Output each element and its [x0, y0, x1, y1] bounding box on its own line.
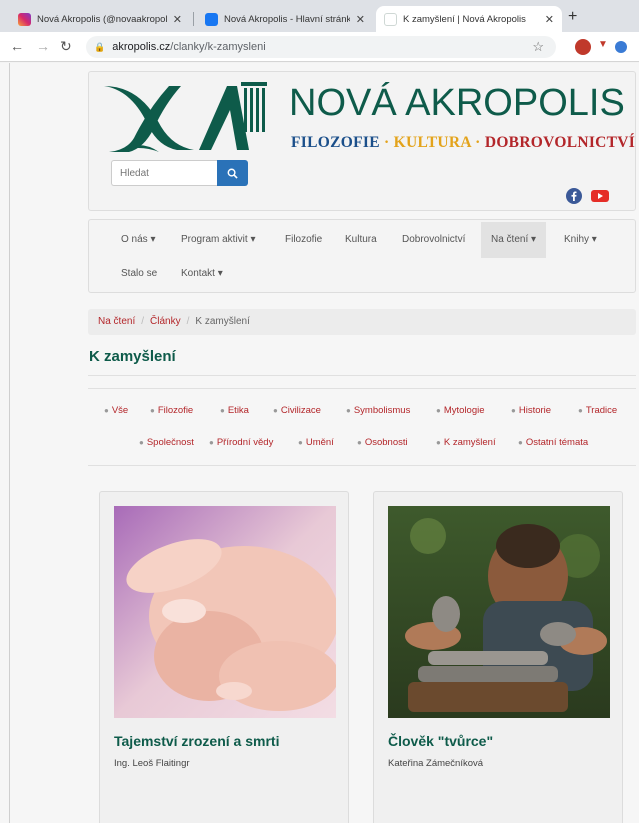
category-osobnosti[interactable]: ● Osobnosti [357, 437, 408, 448]
category-label: Civilizace [280, 405, 321, 416]
category-label: Ostatní témata [525, 437, 589, 448]
lock-icon: 🔒 [94, 41, 106, 52]
tagline-dobrovolnictvi: DOBROVOLNICTVÍ [484, 134, 636, 151]
article-card[interactable]: Tajemství zrození a smrti Ing. Leoš Flai… [99, 491, 349, 823]
category-label: Vše [111, 405, 129, 416]
brand-name[interactable]: NOVÁ AKROPOLIS [289, 82, 625, 125]
main-navigation: O nás ▾ Program aktivit ▾ Filozofie Kult… [88, 219, 636, 293]
category-mytologie[interactable]: ● Mytologie [436, 405, 485, 416]
nav-item-stalo-se[interactable]: Stalo se [111, 256, 167, 292]
instagram-icon [18, 12, 31, 26]
category-label: Filozofie [157, 405, 194, 416]
new-tab-icon[interactable]: + [568, 8, 577, 26]
bookmark-star-icon[interactable]: ☆ [532, 39, 544, 55]
category-filozofie[interactable]: ● Filozofie [150, 405, 193, 416]
nav-item-o-nas[interactable]: O nás ▾ [111, 222, 165, 258]
category-label: Etika [227, 405, 249, 416]
nav-item-dobrovolnictvi[interactable]: Dobrovolnictví [392, 222, 475, 258]
breadcrumb: Na čtení / Články / K zamyšlení [88, 309, 636, 335]
category-label: Umění [305, 437, 334, 448]
pocket-extension-icon[interactable]: ▼ [598, 39, 614, 55]
nav-item-kontakt[interactable]: Kontakt ▾ [171, 256, 233, 292]
article-title[interactable]: Člověk "tvůrce" [388, 733, 493, 749]
category-etika[interactable]: ● Etika [220, 405, 249, 416]
browser-tab-bar: Nová Akropolis (@novaakropolis ✕ Nová Ak… [0, 0, 639, 32]
category-tradice[interactable]: ● Tradice [578, 405, 617, 416]
close-icon[interactable]: ✕ [173, 13, 182, 26]
tab-title: K zamyšlení | Nová Akropolis [403, 13, 526, 25]
breadcrumb-link-na-cteni[interactable]: Na čtení [98, 316, 135, 327]
search-button[interactable] [217, 160, 248, 186]
category-prirodni-vedy[interactable]: ● Přírodní vědy [209, 437, 273, 448]
tagline-separator: · [471, 134, 485, 151]
nav-item-program-aktivit[interactable]: Program aktivit ▾ [171, 222, 265, 258]
category-label: Symbolismus [353, 405, 411, 416]
nav-item-filozofie[interactable]: Filozofie [275, 222, 332, 258]
facebook-icon[interactable] [566, 188, 582, 204]
url-field[interactable]: 🔒 akropolis.cz/clanky/k-zamysleni ☆ [86, 36, 556, 58]
category-symbolismus[interactable]: ● Symbolismus [346, 405, 410, 416]
category-historie[interactable]: ● Historie [511, 405, 551, 416]
close-icon[interactable]: ✕ [545, 13, 554, 26]
facebook-icon [205, 12, 218, 26]
category-label: K zamyšlení [443, 437, 496, 448]
page-title: K zamyšlení [89, 348, 176, 365]
category-label: Tradice [585, 405, 618, 416]
brand-tagline: FILOZOFIE · KULTURA · DOBROVOLNICTVÍ [291, 134, 635, 152]
nav-item-knihy[interactable]: Knihy ▾ [554, 222, 607, 258]
divider [88, 388, 636, 389]
category-label: Osobnosti [364, 437, 408, 448]
address-bar: ← → ↻ 🔒 akropolis.cz/clanky/k-zamysleni … [0, 32, 639, 62]
tab-facebook[interactable]: Nová Akropolis - Hlavní stránka ✕ [197, 6, 373, 32]
breadcrumb-current: K zamyšlení [195, 316, 250, 327]
nav-item-kultura[interactable]: Kultura [335, 222, 387, 258]
search-icon [227, 168, 238, 179]
category-vse[interactable]: ● Vše [104, 405, 128, 416]
close-icon[interactable]: ✕ [356, 13, 365, 26]
tab-instagram[interactable]: Nová Akropolis (@novaakropolis ✕ [10, 6, 190, 32]
article-card[interactable]: Člověk "tvůrce" Kateřina Zámečníková [373, 491, 623, 823]
category-label: Mytologie [443, 405, 485, 416]
nav-item-na-cteni[interactable]: Na čtení ▾ [481, 222, 547, 258]
category-spolecnost[interactable]: ● Společnost [139, 437, 194, 448]
site-header: NOVÁ AKROPOLIS FILOZOFIE · KULTURA · DOB… [88, 71, 636, 211]
url-domain: akropolis.cz [112, 41, 171, 53]
web-page: NOVÁ AKROPOLIS FILOZOFIE · KULTURA · DOB… [0, 63, 639, 823]
opera-extension-icon[interactable] [575, 39, 591, 55]
youtube-icon[interactable] [591, 188, 609, 204]
category-k-zamysleni[interactable]: ● K zamyšlení [436, 437, 496, 448]
back-icon[interactable]: ← [10, 38, 24, 54]
article-image-hands[interactable] [114, 506, 336, 718]
article-image-stones[interactable] [388, 506, 610, 718]
category-label: Přírodní vědy [216, 437, 274, 448]
url-path: /clanky/k-zamysleni [170, 41, 266, 53]
tab-active[interactable]: K zamyšlení | Nová Akropolis ✕ [376, 6, 562, 32]
search-box [111, 160, 248, 186]
search-input[interactable] [111, 160, 217, 186]
category-ostatni-temata[interactable]: ● Ostatní témata [518, 437, 588, 448]
tagline-filozofie: FILOZOFIE [291, 134, 380, 151]
tab-title: Nová Akropolis (@novaakropolis [37, 13, 167, 25]
extension-icon[interactable] [615, 41, 627, 53]
category-label: Společnost [146, 437, 194, 448]
divider [88, 375, 636, 376]
breadcrumb-separator: / [141, 316, 145, 327]
akropolis-logo-icon[interactable] [99, 78, 269, 158]
tab-title: Nová Akropolis - Hlavní stránka [224, 13, 350, 25]
category-civilizace[interactable]: ● Civilizace [273, 405, 321, 416]
breadcrumb-separator: / [186, 316, 190, 327]
category-label: Historie [518, 405, 552, 416]
tagline-kultura: KULTURA [393, 134, 471, 151]
article-author: Kateřina Zámečníková [388, 758, 484, 769]
tagline-separator: · [379, 134, 394, 151]
divider [88, 465, 636, 466]
article-author: Ing. Leoš Flaitingr [114, 758, 190, 769]
forward-icon[interactable]: → [36, 38, 50, 54]
reload-icon[interactable]: ↻ [60, 38, 72, 55]
category-umeni[interactable]: ● Umění [298, 437, 334, 448]
article-title[interactable]: Tajemství zrození a smrti [114, 733, 279, 749]
akropolis-favicon [384, 12, 397, 26]
breadcrumb-link-clanky[interactable]: Články [150, 316, 181, 327]
